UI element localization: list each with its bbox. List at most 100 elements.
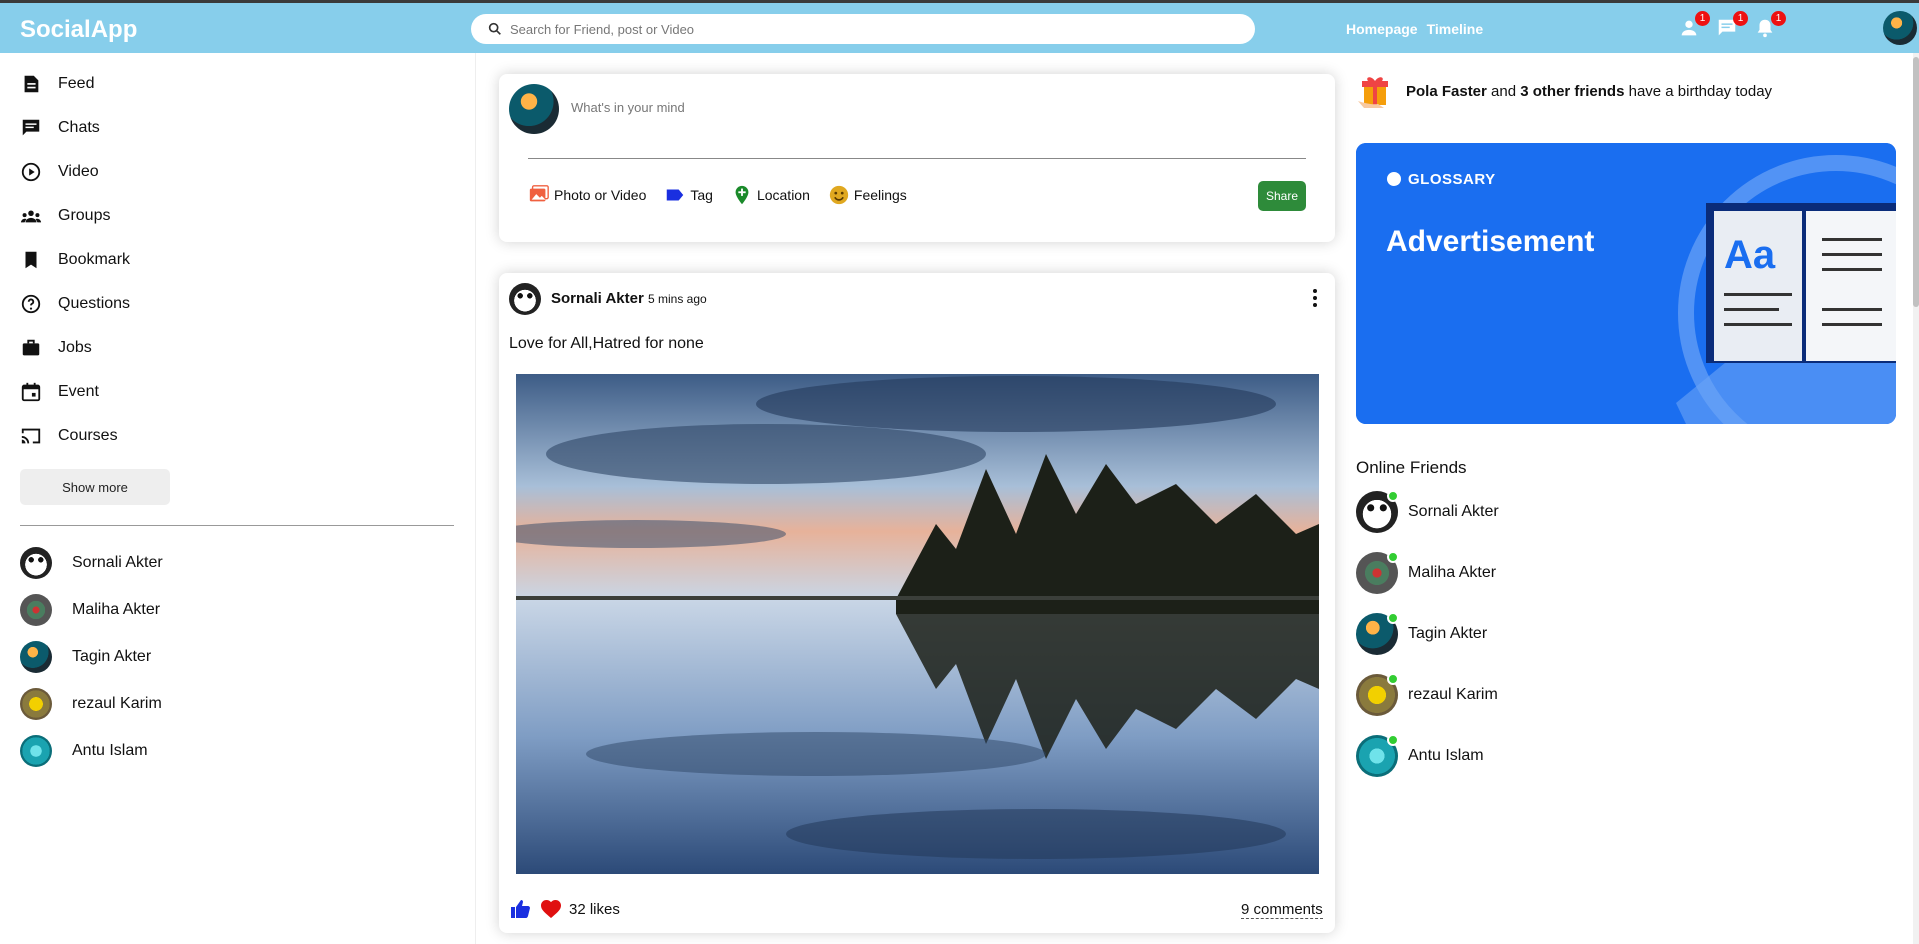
sidebar-item-courses[interactable]: Courses — [20, 425, 118, 447]
friend-requests-badge: 1 — [1695, 11, 1710, 26]
scrollbar-thumb[interactable] — [1913, 57, 1919, 307]
sidebar-item-video[interactable]: Video — [20, 161, 99, 183]
share-card: Photo or Video Tag Location Feelings Sha… — [499, 74, 1335, 242]
post-options-button[interactable] — [1307, 285, 1323, 311]
birthday-others[interactable]: 3 other friends — [1520, 83, 1624, 100]
page-scrollbar[interactable] — [1913, 53, 1919, 944]
messages-button[interactable]: 1 — [1716, 11, 1748, 43]
post-author-avatar[interactable] — [509, 283, 541, 315]
groups-icon — [20, 210, 42, 223]
sidebar-item-feed[interactable]: Feed — [20, 73, 94, 95]
photo-video-option[interactable]: Photo or Video — [528, 184, 646, 206]
sidebar-item-chats[interactable]: Chats — [20, 117, 100, 139]
sidebar-item-label: Courses — [58, 427, 118, 444]
sidebar-friend-item[interactable]: Maliha Akter — [20, 594, 160, 626]
friend-name: Sornali Akter — [72, 554, 163, 571]
photo-icon — [529, 185, 549, 202]
sidebar-item-questions[interactable]: Questions — [20, 293, 130, 315]
online-friend-item[interactable]: Sornali Akter — [1356, 490, 1499, 533]
avatar — [1356, 734, 1399, 777]
gift-icon — [1358, 77, 1388, 108]
sidebar-item-label: Event — [58, 383, 99, 400]
online-indicator — [1387, 551, 1399, 563]
my-avatar — [509, 84, 559, 134]
show-more-button[interactable]: Show more — [20, 469, 170, 505]
notifications-badge: 1 — [1771, 11, 1786, 26]
online-indicator — [1387, 612, 1399, 624]
friend-requests-button[interactable]: 1 — [1678, 11, 1710, 43]
messages-badge: 1 — [1733, 11, 1748, 26]
option-label: Tag — [690, 187, 713, 203]
birthday-mid: and — [1486, 82, 1521, 100]
online-friend-name: Tagin Akter — [1408, 625, 1488, 642]
search-bar[interactable] — [471, 14, 1255, 44]
ad-book-text: Aa — [1724, 233, 1776, 277]
feelings-option[interactable]: Feelings — [828, 184, 907, 206]
comments-link[interactable]: 9 comments — [1241, 901, 1323, 919]
top-nav-links: Homepage Timeline — [1346, 21, 1483, 37]
sidebar-item-groups[interactable]: Groups — [20, 205, 110, 227]
sidebar-item-label: Questions — [58, 295, 131, 312]
sidebar-friend-item[interactable]: Antu Islam — [20, 735, 148, 767]
profile-avatar[interactable] — [1883, 11, 1917, 45]
topbar: SocialApp Homepage Timeline 1 1 1 — [0, 0, 1919, 53]
sidebar-item-bookmark[interactable]: Bookmark — [20, 249, 130, 271]
avatar — [20, 641, 52, 673]
birthday-suffix: have a birthday today — [1624, 82, 1773, 100]
avatar — [20, 735, 52, 767]
search-input[interactable] — [510, 21, 1210, 37]
school-icon — [21, 428, 41, 444]
advertisement-banner[interactable]: Aa GLOSSARY Advertisement — [1356, 143, 1896, 424]
post-author-name[interactable]: Sornali Akter — [551, 290, 644, 307]
notifications-button[interactable]: 1 — [1754, 11, 1786, 43]
tag-option[interactable]: Tag — [664, 184, 713, 206]
bookmark-icon — [25, 251, 37, 269]
birthday-name[interactable]: Pola Faster — [1406, 83, 1487, 100]
sidebar-item-label: Chats — [58, 119, 100, 136]
location-option[interactable]: Location — [731, 184, 810, 206]
right-sidebar: Pola Faster and 3 other friends have a b… — [1356, 53, 1919, 944]
avatar — [20, 594, 52, 626]
status-input[interactable] — [571, 100, 1071, 115]
online-friend-name: Sornali Akter — [1408, 503, 1499, 520]
friend-name: rezaul Karim — [72, 695, 162, 712]
sidebar-friend-item[interactable]: Sornali Akter — [20, 547, 163, 579]
online-friend-item[interactable]: rezaul Karim — [1356, 673, 1498, 716]
sidebar-friend-item[interactable]: Tagin Akter — [20, 641, 151, 673]
feed-icon — [24, 75, 39, 93]
nav-timeline-link[interactable]: Timeline — [1427, 21, 1484, 37]
avatar — [20, 688, 52, 720]
calendar-icon — [21, 382, 41, 402]
sidebar-item-event[interactable]: Event — [20, 381, 99, 403]
birthday-notice: Pola Faster and 3 other friends have a b… — [1356, 71, 1772, 111]
online-friend-name: Antu Islam — [1408, 747, 1484, 764]
likes-count: 32 likes — [569, 900, 620, 918]
online-friend-item[interactable]: Tagin Akter — [1356, 612, 1488, 655]
play-circle-icon — [21, 162, 41, 182]
option-label: Feelings — [853, 187, 907, 203]
briefcase-icon — [22, 339, 40, 356]
sidebar-item-jobs[interactable]: Jobs — [20, 337, 92, 359]
sidebar-friend-item[interactable]: rezaul Karim — [20, 688, 162, 720]
tag-icon — [667, 189, 684, 201]
smiley-icon — [829, 185, 849, 205]
help-circle-icon — [21, 294, 41, 314]
friend-name: Tagin Akter — [72, 648, 152, 665]
online-friend-item[interactable]: Antu Islam — [1356, 734, 1484, 777]
post-image[interactable] — [516, 374, 1319, 874]
location-pin-icon — [735, 185, 749, 205]
app-logo[interactable]: SocialApp — [20, 16, 137, 44]
left-sidebar: Feed Chats Video Groups Bookmark Questio… — [0, 53, 476, 944]
post-timestamp: 5 mins ago — [648, 292, 707, 306]
option-label: Photo or Video — [554, 187, 647, 203]
online-friend-name: rezaul Karim — [1408, 686, 1498, 703]
like-icon[interactable] — [509, 897, 533, 921]
nav-homepage-link[interactable]: Homepage — [1346, 21, 1418, 37]
heart-icon[interactable] — [539, 897, 563, 921]
share-divider — [528, 158, 1306, 159]
avatar — [1356, 673, 1399, 716]
share-button[interactable]: Share — [1258, 181, 1306, 211]
sidebar-item-label: Bookmark — [58, 251, 131, 268]
avatar — [1356, 612, 1399, 655]
online-friend-item[interactable]: Maliha Akter — [1356, 551, 1496, 594]
